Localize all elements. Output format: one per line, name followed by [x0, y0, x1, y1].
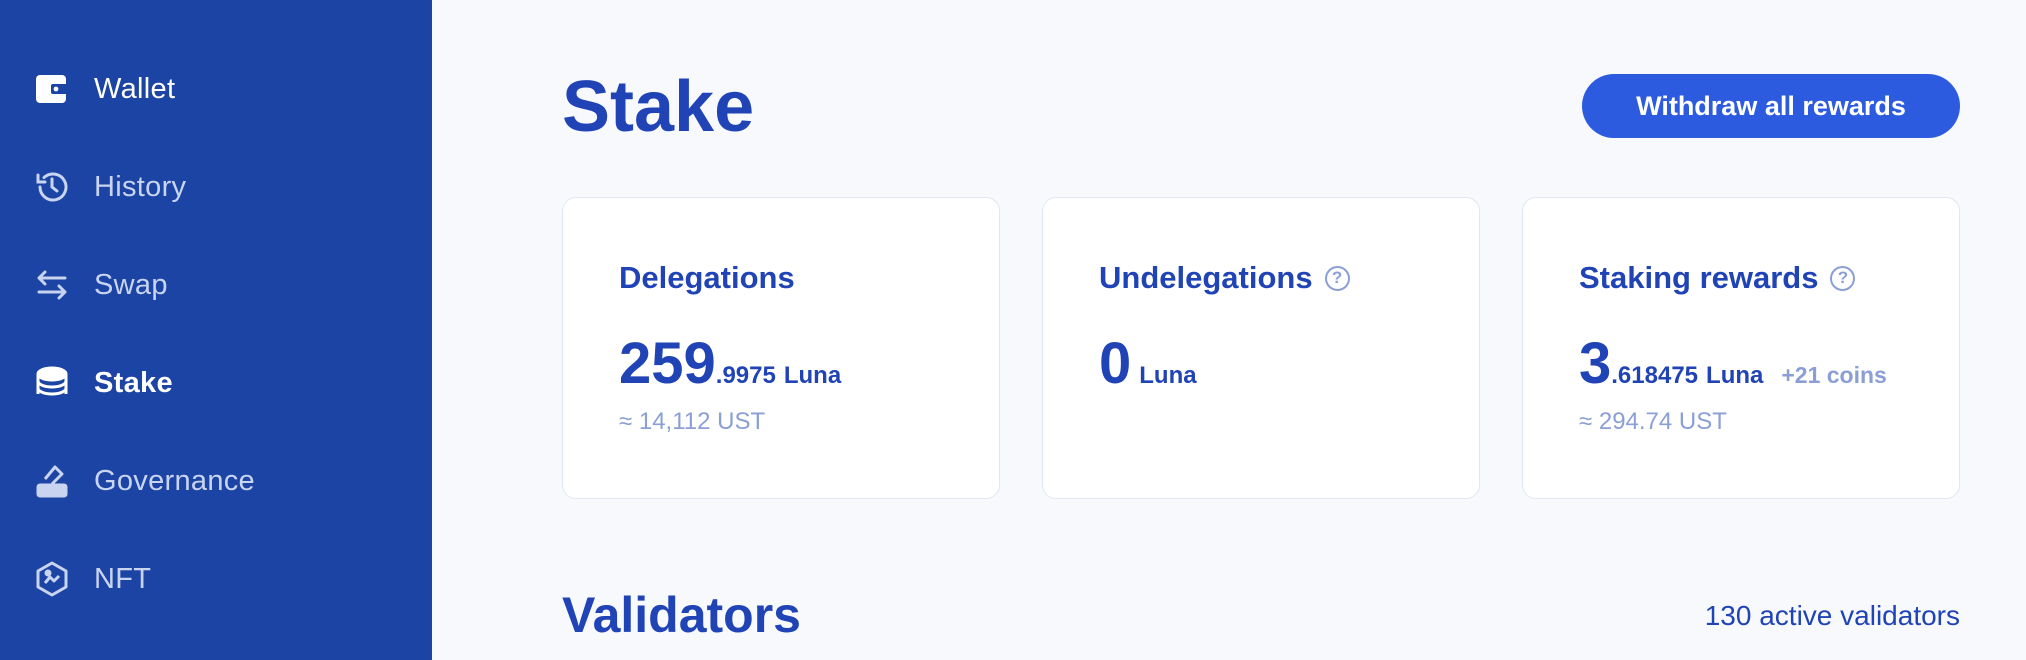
sidebar-item-label: History — [94, 170, 187, 203]
undelegations-card: Undelegations ? 0 Luna — [1042, 197, 1480, 499]
amount-unit: Luna — [1706, 362, 1764, 389]
sidebar-item-label: Governance — [94, 464, 255, 497]
swap-icon — [34, 267, 70, 303]
amount-integer: 259 — [619, 331, 716, 396]
sidebar-item-wallet[interactable]: Wallet — [34, 69, 175, 109]
sidebar-item-history[interactable]: History — [34, 167, 186, 207]
active-validators-count: 130 active validators — [1704, 600, 1960, 631]
page-title: Stake — [562, 67, 755, 147]
sidebar-item-swap[interactable]: Swap — [34, 265, 168, 305]
sidebar-item-label: Swap — [94, 268, 168, 301]
sidebar-item-stake[interactable]: Stake — [34, 363, 173, 403]
history-icon — [34, 169, 70, 205]
amount-decimal: .618475 — [1611, 362, 1699, 389]
main-content: Stake Withdraw all rewards Delegations 2… — [432, 0, 2026, 660]
amount-decimal: .9975 — [715, 362, 776, 389]
nft-icon — [34, 561, 70, 597]
sidebar-item-governance[interactable]: Governance — [34, 461, 255, 501]
delegations-amount: 259 .9975 Luna — [619, 330, 841, 397]
validators-title: Validators — [562, 587, 801, 643]
sidebar: Wallet History Swap Stake Governance NFT — [0, 0, 432, 660]
rewards-approx-value: ≈ 294.74 UST — [1579, 408, 1727, 435]
amount-unit: Luna — [1139, 362, 1197, 389]
card-title-text: Delegations — [619, 260, 795, 295]
staking-rewards-card: Staking rewards ? 3 .618475 Luna +21 coi… — [1522, 197, 1960, 499]
sidebar-item-label: Wallet — [94, 72, 176, 105]
delegations-card: Delegations 259 .9975 Luna ≈ 14,112 UST — [562, 197, 1000, 499]
governance-icon — [34, 463, 70, 499]
sidebar-item-label: NFT — [94, 562, 152, 595]
wallet-icon — [34, 71, 70, 107]
card-title-text: Staking rewards — [1579, 260, 1819, 295]
card-title: Staking rewards ? — [1579, 260, 1856, 296]
sidebar-item-label: Stake — [94, 366, 173, 399]
stake-icon — [34, 365, 70, 401]
withdraw-all-rewards-button[interactable]: Withdraw all rewards — [1582, 74, 1960, 138]
extra-coins-link[interactable]: +21 coins — [1781, 362, 1886, 389]
amount-integer: 0 — [1099, 331, 1132, 396]
amount-integer: 3 — [1579, 331, 1612, 396]
delegations-approx-value: ≈ 14,112 UST — [619, 408, 766, 435]
card-title: Delegations — [619, 260, 795, 296]
help-icon[interactable]: ? — [1830, 265, 1856, 291]
undelegations-amount: 0 Luna — [1099, 330, 1197, 397]
help-icon[interactable]: ? — [1324, 265, 1350, 291]
amount-unit: Luna — [783, 362, 842, 389]
card-title-text: Undelegations — [1099, 260, 1313, 295]
sidebar-item-nft[interactable]: NFT — [34, 559, 151, 599]
card-title: Undelegations ? — [1099, 260, 1350, 296]
rewards-amount: 3 .618475 Luna +21 coins — [1579, 330, 1887, 397]
